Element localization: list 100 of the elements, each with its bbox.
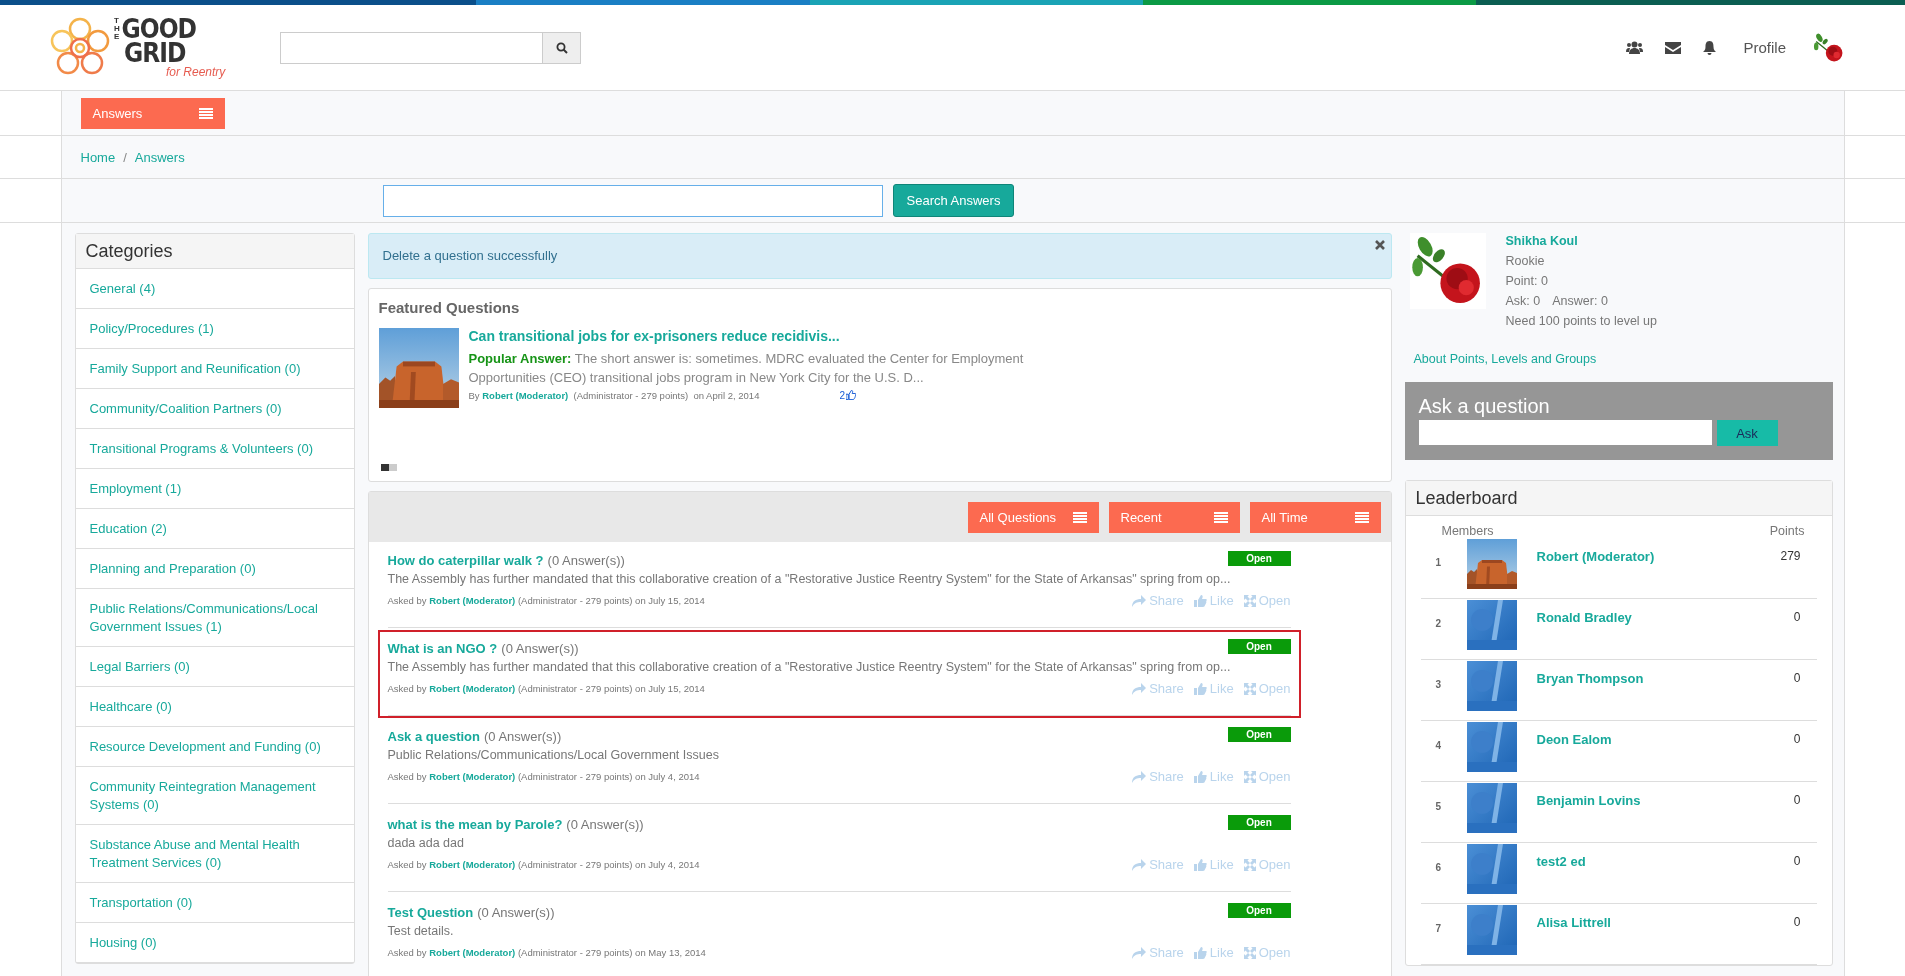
- status-badge: Open: [1227, 639, 1291, 654]
- ask-button[interactable]: Ask: [1716, 420, 1778, 446]
- category-link[interactable]: Resource Development and Funding (0): [75, 727, 354, 767]
- author-link[interactable]: Robert (Moderator): [429, 683, 516, 694]
- action-link[interactable]: Open: [1243, 769, 1291, 784]
- category-link[interactable]: Substance Abuse and Mental Health Treatment Services (0): [75, 825, 354, 883]
- question-title-link[interactable]: Test Question: [387, 905, 474, 920]
- category-link[interactable]: Healthcare (0): [75, 687, 354, 727]
- answers-menu-button[interactable]: Answers: [80, 97, 225, 129]
- question-meta: By Robert (Moderator) (Administrator - 279 points) on April 2, 2014: [468, 389, 760, 401]
- bell-icon[interactable]: [1703, 40, 1717, 55]
- like-count[interactable]: 2: [839, 389, 856, 401]
- author-link[interactable]: Robert (Moderator): [429, 595, 516, 606]
- ask-title: Ask a question: [1418, 394, 1551, 418]
- filter-dropdown[interactable]: All Time: [1249, 501, 1381, 533]
- expand-icon: [1243, 770, 1256, 783]
- action-link[interactable]: Like: [1193, 945, 1234, 960]
- member-name-link[interactable]: Ronald Bradley: [1536, 610, 1794, 625]
- action-link[interactable]: Open: [1243, 681, 1291, 696]
- logo-text: THE: [114, 17, 120, 41]
- slide-indicator[interactable]: [380, 464, 389, 471]
- search-answers-button[interactable]: Search Answers: [892, 184, 1015, 217]
- action-link[interactable]: Share: [1132, 769, 1184, 784]
- category-link[interactable]: Education (2): [75, 509, 354, 549]
- logo-text: GOOD: [121, 17, 196, 41]
- action-link[interactable]: Like: [1193, 857, 1234, 872]
- category-link[interactable]: Employment (1): [75, 469, 354, 509]
- breadcrumb-link[interactable]: Home: [80, 149, 116, 165]
- action-link[interactable]: Share: [1132, 593, 1184, 608]
- question-title-link[interactable]: what is the mean by Parole?: [387, 817, 563, 832]
- share-icon: [1132, 682, 1147, 695]
- action-link[interactable]: Like: [1193, 593, 1234, 608]
- level-up-hint: Need 100 points to level up: [1505, 313, 1657, 330]
- question-link[interactable]: Can transitional jobs for ex-prisoners reduce recidivis...: [468, 327, 1069, 344]
- search-button[interactable]: [542, 31, 581, 64]
- column-header: Members: [1441, 524, 1494, 538]
- search-field[interactable]: [280, 31, 542, 64]
- slide-indicator[interactable]: [388, 464, 397, 471]
- question-title-link[interactable]: Ask a question: [387, 729, 480, 744]
- users-icon[interactable]: [1626, 41, 1644, 54]
- member-name-link[interactable]: Bryan Thompson: [1536, 671, 1794, 686]
- author-link[interactable]: Robert (Moderator): [429, 859, 516, 870]
- author-link[interactable]: Robert (Moderator): [482, 389, 569, 401]
- action-link[interactable]: Share: [1132, 857, 1184, 872]
- question-title-link[interactable]: How do caterpillar walk ?: [387, 553, 544, 568]
- user-name-link[interactable]: Shikha Koul: [1505, 233, 1657, 250]
- category-link[interactable]: Legal Barriers (0): [75, 647, 354, 687]
- question-title-link[interactable]: What is an NGO ?: [387, 641, 498, 656]
- category-link[interactable]: Transportation (0): [75, 883, 354, 923]
- answer-count: (0 Answer(s)): [501, 641, 579, 656]
- action-link[interactable]: Share: [1132, 945, 1184, 960]
- action-link[interactable]: Open: [1243, 857, 1291, 872]
- category-link[interactable]: Community Reintegration Management Systems (0): [75, 767, 354, 825]
- action-link[interactable]: Open: [1243, 593, 1291, 608]
- status-badge: Open: [1227, 551, 1291, 566]
- member-name-link[interactable]: test2 ed: [1536, 854, 1794, 869]
- profile-link[interactable]: Profile: [1738, 39, 1791, 56]
- answer-search-field[interactable]: [382, 184, 883, 217]
- answer-count: (0 Answer(s)): [477, 905, 555, 920]
- share-icon: [1132, 770, 1147, 783]
- menu-icon: [1213, 511, 1228, 523]
- author-link[interactable]: Robert (Moderator): [429, 771, 516, 782]
- category-link[interactable]: Planning and Preparation (0): [75, 549, 354, 589]
- category-link[interactable]: Public Relations/Communications/Local Government Issues (1): [75, 589, 354, 647]
- member-name-link[interactable]: Robert (Moderator): [1536, 549, 1781, 564]
- member-name-link[interactable]: Alisa Littrell: [1536, 915, 1794, 930]
- category-link[interactable]: Community/Coalition Partners (0): [75, 389, 354, 429]
- rank-number: 6: [1434, 862, 1443, 873]
- close-icon[interactable]: [1374, 240, 1385, 250]
- thumbs-up-icon: [1193, 946, 1207, 959]
- share-icon: [1132, 946, 1147, 959]
- action-link[interactable]: Like: [1193, 769, 1234, 784]
- rank-number: 2: [1434, 618, 1443, 629]
- about-points-link[interactable]: About Points, Levels and Groups: [1413, 352, 1833, 366]
- question-field[interactable]: [1418, 420, 1712, 445]
- category-link[interactable]: Housing (0): [75, 923, 354, 963]
- category-link[interactable]: Transitional Programs & Volunteers (0): [75, 429, 354, 469]
- question-meta: Asked by Robert (Moderator) (Administrator - 279 points) on July 15, 2014: [387, 595, 705, 606]
- column-header: Points: [1769, 524, 1805, 538]
- action-link[interactable]: Like: [1193, 681, 1234, 696]
- filter-dropdown[interactable]: Recent: [1108, 501, 1240, 533]
- status-badge: Open: [1227, 727, 1291, 742]
- action-link[interactable]: Share: [1132, 681, 1184, 696]
- answer-count: (0 Answer(s)): [483, 729, 562, 744]
- member-name-link[interactable]: Deon Ealom: [1536, 732, 1794, 747]
- member-name-link[interactable]: Benjamin Lovins: [1536, 793, 1794, 808]
- thumbs-up-icon: [1193, 770, 1207, 783]
- category-link[interactable]: General (4): [75, 269, 354, 309]
- category-link[interactable]: Policy/Procedures (1): [75, 309, 354, 349]
- breadcrumb-link[interactable]: Answers: [134, 149, 185, 165]
- search-icon: [555, 41, 568, 54]
- author-link[interactable]: Robert (Moderator): [429, 947, 516, 958]
- member-points: 0: [1793, 915, 1801, 929]
- question-meta: Asked by Robert (Moderator) (Administrator - 279 points) on May 13, 2014: [387, 947, 706, 958]
- filter-dropdown[interactable]: All Questions: [967, 501, 1099, 533]
- action-link[interactable]: Open: [1243, 945, 1291, 960]
- envelope-icon[interactable]: [1665, 41, 1682, 54]
- thumbs-up-icon: [1193, 682, 1207, 695]
- category-link[interactable]: Family Support and Reunification (0): [75, 349, 354, 389]
- thumbs-up-icon: [1193, 858, 1207, 871]
